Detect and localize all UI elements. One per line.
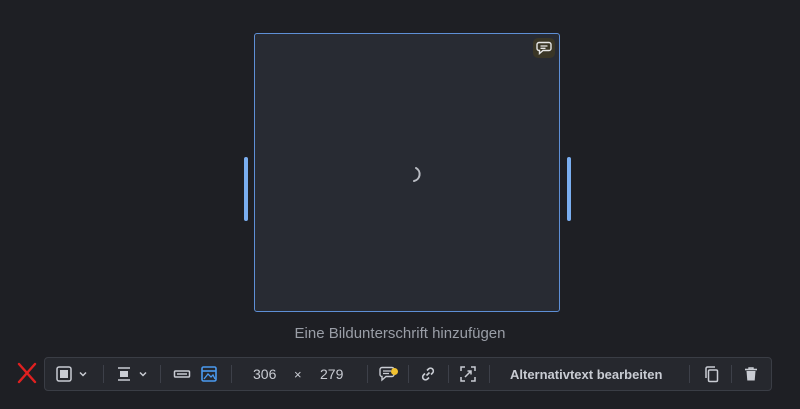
toolbar-divider [408,365,409,383]
close-icon[interactable] [16,362,38,384]
edit-alt-text-button[interactable]: Alternativtext bearbeiten [510,358,662,390]
caption-input[interactable]: Eine Bildunterschrift hinzufügen [0,325,800,342]
align-icon [118,367,130,381]
crop-button[interactable] [459,358,477,390]
toolbar-divider [160,365,161,383]
link-button[interactable] [419,358,437,390]
block-style-icon [56,366,72,382]
toolbar-divider [731,365,732,383]
image-toolbar: 306 × 279 Alternativtext bearbeiten [44,357,772,391]
trash-icon [745,367,757,381]
delete-button[interactable] [743,358,759,390]
caption-toggle-button[interactable] [533,38,555,58]
caption-button[interactable] [378,358,398,390]
dimension-separator: × [294,366,302,382]
chevron-down-icon [79,371,87,377]
resize-handle-right[interactable] [567,157,571,221]
loading-spinner-icon [413,167,421,182]
duplicate-button[interactable] [702,358,720,390]
crop-icon [460,366,476,382]
toolbar-divider [448,365,449,383]
toolbar-divider [367,365,368,383]
image-placeholder[interactable] [254,33,560,312]
toolbar-divider [103,365,104,383]
link-icon [421,367,435,381]
height-input[interactable]: 279 [320,358,343,390]
toolbar-divider [689,365,690,383]
image-wrap-button[interactable] [200,358,218,390]
toolbar-divider [231,365,232,383]
chevron-down-icon [139,371,147,377]
width-input[interactable]: 306 [253,358,276,390]
notification-dot [391,368,398,375]
caption-icon [536,41,552,55]
block-style-dropdown[interactable] [55,358,89,390]
full-width-button[interactable] [173,358,191,390]
image-wrap-icon [201,366,217,382]
resize-handle-left[interactable] [244,157,248,221]
toolbar-divider [489,365,490,383]
duplicate-icon [705,366,719,383]
full-width-icon [173,370,191,378]
align-dropdown[interactable] [115,358,149,390]
